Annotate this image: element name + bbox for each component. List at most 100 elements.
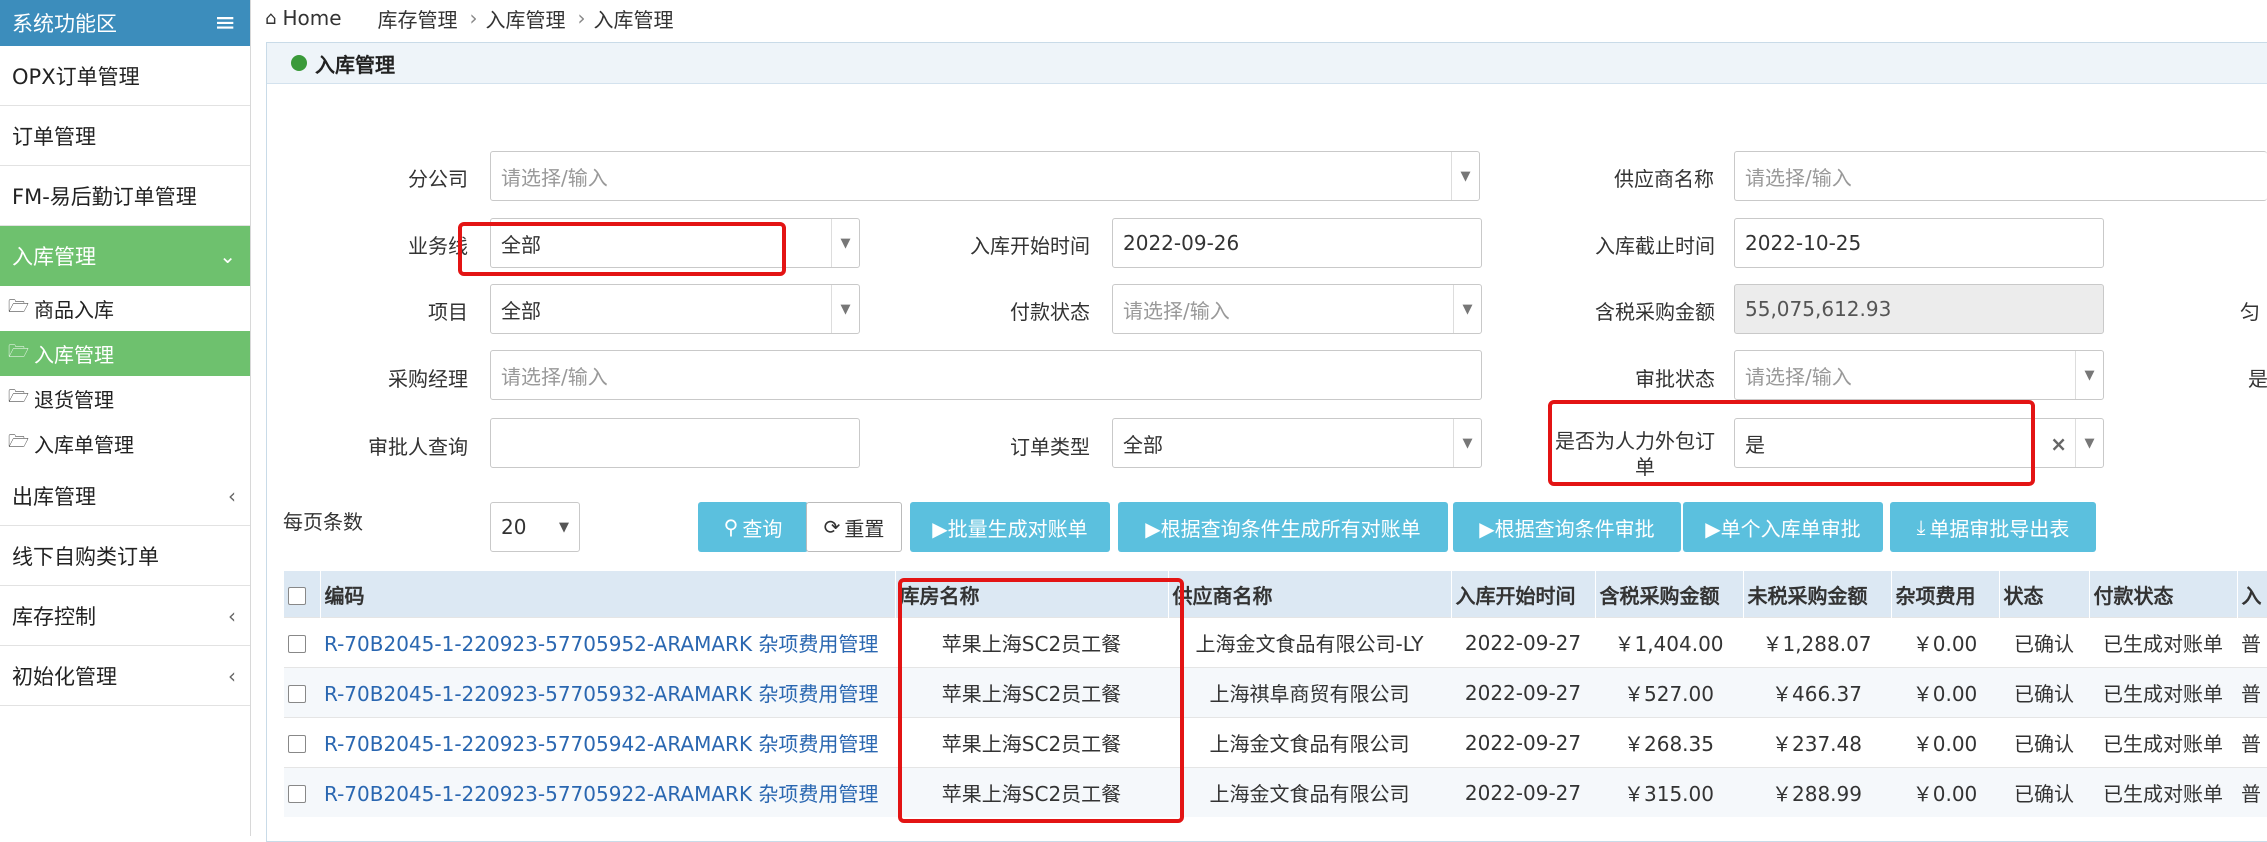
row-checkbox[interactable] [288,735,306,753]
folder-icon: 🗁 [8,432,30,452]
sidebar-item-fm[interactable]: FM-易后勤订单管理 [0,166,250,226]
amount-label: 含税采购金额 [1595,300,1715,324]
col-warehouse[interactable]: 库房名称 [895,571,1169,618]
code-cell[interactable]: R-70B2045-1-220923-57705922-ARAMARK 杂项费用… [320,767,895,817]
misc-cell: ￥0.00 [1891,617,1999,668]
approve-by-query-button[interactable]: ▶根据查询条件审批 [1453,502,1681,552]
sidebar-sub-inbound-orders[interactable]: 🗁 入库单管理 [0,421,250,466]
sidebar-item-stock[interactable]: 库存控制 ‹ [0,586,250,646]
outsourced-label-line1: 是否为人力外包订 [1555,429,1715,453]
sidebar-item-outbound[interactable]: 出库管理 ‹ [0,466,250,526]
folder-open-icon: 🗁 [8,342,30,362]
sidebar-item-orders[interactable]: 订单管理 [0,106,250,166]
end-date-input[interactable]: 2022-10-25 [1734,218,2104,268]
code-link[interactable]: R-70B2045-1-220923-57705932-ARAMARK 杂项费用… [324,682,878,706]
page-size-select[interactable]: 20 ▼ [490,502,580,552]
query-button[interactable]: ⚲ 查询 [698,502,808,552]
menu-toggle-icon[interactable]: ≡ [214,8,236,38]
clear-icon[interactable]: × [2050,432,2067,456]
breadcrumb-home[interactable]: Home [282,6,341,30]
manager-select[interactable]: 请选择/输入 [490,350,1482,400]
table-row[interactable]: R-70B2045-1-220923-57705932-ARAMARK 杂项费用… [284,667,2267,718]
manager-label: 采购经理 [388,367,468,391]
sidebar-item-init[interactable]: 初始化管理 ‹ [0,646,250,706]
col-payment[interactable]: 付款状态 [2089,571,2238,618]
row-select-cell[interactable] [284,767,320,817]
row-select-cell[interactable] [284,617,320,668]
manager-placeholder: 请选择/输入 [501,364,608,389]
col-misc[interactable]: 杂项费用 [1891,571,2000,618]
col-supplier[interactable]: 供应商名称 [1168,571,1452,618]
supplier-select[interactable]: 请选择/输入 [1734,151,2267,201]
outsourced-label-line2: 单 [1635,455,1655,479]
col-date[interactable]: 入库开始时间 [1451,571,1596,618]
approve-by-query-label: ▶根据查询条件审批 [1479,516,1655,541]
caret-down-icon: ▼ [559,519,569,535]
order-type-value: 全部 [1123,432,1163,457]
start-date-input[interactable]: 2022-09-26 [1112,218,1482,268]
business-select[interactable]: 全部 ▼ [490,218,860,268]
select-all-checkbox[interactable] [288,586,306,605]
reset-button[interactable]: ⟳ 重置 [806,502,902,552]
warehouse-cell: 苹果上海SC2员工餐 [895,717,1168,768]
supplier-cell: 上海金文食品有限公司 [1168,717,1451,768]
select-all-cell[interactable] [284,571,321,618]
batch-generate-button[interactable]: ▶批量生成对账单 [910,502,1110,552]
row-checkbox[interactable] [288,635,306,653]
col-notax-amount[interactable]: 未税采购金额 [1743,571,1892,618]
col-tax-amount[interactable]: 含税采购金额 [1595,571,1744,618]
sidebar-item-opx[interactable]: OPX订单管理 [0,46,250,106]
sidebar-item-label: 库存控制 [12,604,96,629]
sidebar-item-label: 线下自购类订单 [12,544,159,569]
sidebar-item-offline[interactable]: 线下自购类订单 [0,526,250,586]
code-link[interactable]: R-70B2045-1-220923-57705942-ARAMARK 杂项费用… [324,732,878,756]
table-row[interactable]: R-70B2045-1-220923-57705922-ARAMARK 杂项费用… [284,767,2267,817]
code-link[interactable]: R-70B2045-1-220923-57705952-ARAMARK 杂项费用… [324,632,878,656]
approval-status-label: 审批状态 [1635,367,1715,391]
sidebar-item-label: FM-易后勤订单管理 [12,184,197,209]
end-date-label: 入库截止时间 [1595,234,1715,258]
inbound-table: 编码 库房名称 供应商名称 入库开始时间 含税采购金额 未税采购金额 杂项费用 … [284,571,2267,817]
approval-status-select[interactable]: 请选择/输入 ▼ [1734,350,2104,400]
sidebar-sub-goods-inbound[interactable]: 🗁 商品入库 [0,286,250,331]
business-value: 全部 [501,232,541,257]
start-date-value: 2022-09-26 [1123,231,1240,255]
row-select-cell[interactable] [284,717,320,768]
caret-down-icon: ▼ [2075,419,2103,467]
company-label: 分公司 [408,167,468,191]
notax-amount-cell: ￥1,288.07 [1743,617,1891,668]
row-checkbox[interactable] [288,785,306,803]
outsourced-select[interactable]: 是 × ▼ [1734,418,2104,468]
project-select[interactable]: 全部 ▼ [490,284,860,334]
code-cell[interactable]: R-70B2045-1-220923-57705952-ARAMARK 杂项费用… [320,617,895,668]
code-link[interactable]: R-70B2045-1-220923-57705922-ARAMARK 杂项费用… [324,782,878,806]
approve-single-button[interactable]: ▶单个入库单审批 [1683,502,1883,552]
approver-input[interactable] [490,418,860,468]
row-checkbox[interactable] [288,685,306,703]
row-select-cell[interactable] [284,667,320,718]
breadcrumb-level2[interactable]: 入库管理 [486,4,566,33]
table-row[interactable]: R-70B2045-1-220923-57705942-ARAMARK 杂项费用… [284,717,2267,768]
code-cell[interactable]: R-70B2045-1-220923-57705942-ARAMARK 杂项费用… [320,717,895,768]
code-cell[interactable]: R-70B2045-1-220923-57705932-ARAMARK 杂项费用… [320,667,895,718]
start-date-label: 入库开始时间 [970,234,1090,258]
sidebar-sub-returns[interactable]: 🗁 退货管理 [0,376,250,421]
export-button[interactable]: ⤓ 单据审批导出表 [1890,502,2096,552]
payment-placeholder: 请选择/输入 [1123,298,1230,323]
caret-down-icon: ▼ [831,219,859,267]
chevron-right-icon: › [469,6,478,30]
sidebar-item-inbound[interactable]: 入库管理 ⌄ [0,226,250,286]
col-status[interactable]: 状态 [1999,571,2090,618]
breadcrumb-level1[interactable]: 库存管理 [378,4,458,33]
order-type-label: 订单类型 [1010,435,1090,459]
company-select[interactable]: 请选择/输入 ▼ [490,151,1480,201]
sidebar-sub-inbound-management[interactable]: 🗁 入库管理 [0,331,250,376]
order-type-select[interactable]: 全部 ▼ [1112,418,1482,468]
col-code[interactable]: 编码 [320,571,896,618]
generate-all-button[interactable]: ▶根据查询条件生成所有对账单 [1118,502,1448,552]
sidebar-sub-label: 商品入库 [34,298,114,322]
globe-icon [291,55,307,71]
payment-select[interactable]: 请选择/输入 ▼ [1112,284,1482,334]
table-row[interactable]: R-70B2045-1-220923-57705952-ARAMARK 杂项费用… [284,617,2267,668]
col-extra[interactable]: 入 [2237,571,2267,618]
